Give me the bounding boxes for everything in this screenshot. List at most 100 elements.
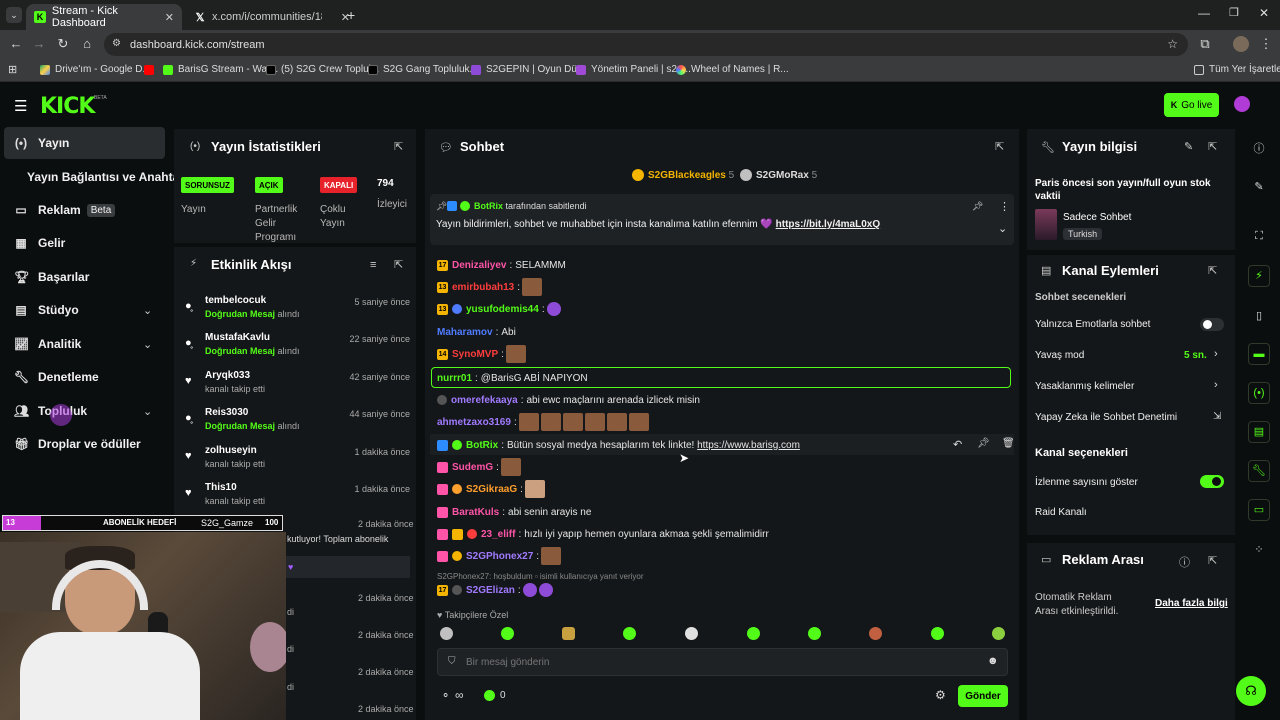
close-icon[interactable]: ✕ <box>165 11 174 24</box>
list-icon[interactable]: ▤ <box>1248 421 1270 443</box>
profile-avatar[interactable] <box>1233 36 1249 52</box>
pen-icon[interactable]: ✎ <box>1251 180 1267 193</box>
go-live-button[interactable]: K Go live <box>1164 93 1219 117</box>
chat-message[interactable]: BotRix: Bütün sosyal medya hesaplarım te… <box>437 436 800 454</box>
sidebar-item-denetleme[interactable]: 🔧︎ Denetleme <box>14 364 99 390</box>
chevron-down-icon[interactable]: ⌄ <box>143 405 152 418</box>
chat-input[interactable] <box>466 654 966 670</box>
banned-words-label[interactable]: Yasaklanmış kelimeler <box>1035 381 1134 392</box>
fullscreen-icon[interactable]: ⛶ <box>1251 230 1267 243</box>
chat-users-icon[interactable]: ⚬ <box>441 689 450 702</box>
close-window-icon[interactable]: ✕ <box>1259 6 1269 20</box>
apps-grid-icon[interactable]: ⊞ <box>8 63 17 76</box>
popout-icon[interactable]: ⇱ <box>394 258 403 271</box>
popout-icon[interactable]: ⇱ <box>1208 140 1217 153</box>
chevron-down-icon[interactable]: ⌄ <box>998 222 1007 235</box>
hamburger-menu-icon[interactable]: ☰ <box>14 97 27 115</box>
tab-search-icon[interactable]: ⌄ <box>6 7 22 23</box>
bookmark-item[interactable]: Yönetim Paneli | s2g... <box>576 64 691 75</box>
info-icon[interactable]: ⓘ <box>1251 140 1267 156</box>
forward-icon[interactable]: → <box>31 36 47 51</box>
filter-icon[interactable]: ≡ <box>370 259 376 271</box>
emote-icon[interactable] <box>440 627 453 640</box>
reply-icon[interactable]: ↶ <box>953 438 962 451</box>
home-icon[interactable]: ⌂ <box>79 36 95 51</box>
learn-more-link[interactable]: Daha fazla bilgi <box>1155 598 1228 609</box>
pin-message-icon[interactable]: 📌︎ <box>977 438 990 449</box>
emote-icon[interactable] <box>992 627 1005 640</box>
chat-icon[interactable]: ▬ <box>1248 343 1270 365</box>
bookmark-item[interactable]: S2GEPIN | Oyun Dü... <box>471 64 585 75</box>
emote-icon[interactable] <box>501 627 514 640</box>
new-tab-icon[interactable]: + <box>347 7 355 23</box>
emote-icon[interactable] <box>623 627 636 640</box>
emote-icon[interactable] <box>747 627 760 640</box>
wrench-icon[interactable]: 🔧︎ <box>1248 460 1270 482</box>
sidebar-item-yayin[interactable]: (•) Yayın <box>14 130 69 156</box>
sidebar-item-droplar[interactable]: 🎁︎ Droplar ve ödüller <box>14 431 141 457</box>
kick-logo[interactable]: KICK <box>40 94 95 119</box>
chat-input-box[interactable]: ⛉ ☻ <box>437 648 1008 676</box>
ad-icon[interactable]: ▭ <box>1248 499 1270 521</box>
emote-only-toggle[interactable] <box>1200 318 1224 331</box>
chevron-down-icon[interactable]: ⌄ <box>143 338 152 351</box>
chat-settings-icon[interactable]: ⚙ <box>935 688 946 702</box>
slow-mode-label[interactable]: Yavaş mod <box>1035 350 1084 361</box>
emote-icon[interactable] <box>808 627 821 640</box>
lightning-icon[interactable]: ⚡︎ <box>1248 265 1270 287</box>
page-icon[interactable]: ▯ <box>1251 309 1267 322</box>
tab-stream-dashboard[interactable]: K Stream - Kick Dashboard ✕ <box>26 4 182 30</box>
support-button-icon[interactable]: ☊ <box>1236 676 1266 706</box>
url-input[interactable]: ⚙ dashboard.kick.com/stream ☆ <box>104 33 1188 56</box>
menu-icon[interactable]: ⋮ <box>1258 36 1274 52</box>
emote-icon[interactable] <box>685 627 698 640</box>
tab-x-community[interactable]: 𝕏 x.com/i/communities/1835319 ✕ <box>186 4 358 30</box>
extensions-icon[interactable]: ⧉ <box>1197 36 1213 52</box>
sidebar-item-reklam[interactable]: ▭ Reklam Beta <box>14 197 116 223</box>
chevron-down-icon[interactable]: ⌄ <box>143 304 152 317</box>
send-button[interactable]: Gönder <box>958 685 1008 707</box>
top-supporter[interactable]: S2GMoRax 5 <box>740 169 817 181</box>
chevron-right-icon[interactable]: › <box>1214 348 1218 360</box>
more-icon[interactable]: ⋮ <box>999 200 1010 213</box>
popout-icon[interactable]: ⇱ <box>1208 554 1217 567</box>
external-link-icon[interactable]: ⇲ <box>1213 411 1221 422</box>
reload-icon[interactable]: ↻ <box>55 36 71 52</box>
back-icon[interactable]: ← <box>8 36 24 51</box>
site-info-icon[interactable]: ⚙ <box>112 38 121 49</box>
sidebar-item-stream-key[interactable]: Yayın Bağlantısı ve Anahtarı <box>27 164 187 190</box>
pinned-message[interactable]: 📌︎ BotRix tarafından sabitlendi Yayın bi… <box>430 194 1014 245</box>
all-bookmarks[interactable]: Tüm Yer İşaretleri <box>1194 64 1280 75</box>
popout-icon[interactable]: ⇱ <box>394 140 403 153</box>
bookmark-item[interactable]: Wheel of Names | R... <box>676 64 789 75</box>
show-viewers-toggle[interactable] <box>1200 475 1224 488</box>
sidebar-item-studyo[interactable]: ▤ Stüdyo <box>14 297 78 323</box>
delete-icon[interactable]: 🗑︎ <box>1002 438 1015 449</box>
restore-icon[interactable]: ❐ <box>1229 6 1239 19</box>
emote-icon[interactable] <box>562 627 575 640</box>
bookmark-item[interactable]: BarisG Stream - Wat... <box>144 64 278 75</box>
chevron-right-icon[interactable]: › <box>1214 379 1218 391</box>
bookmark-star-icon[interactable]: ☆ <box>1167 37 1178 51</box>
popout-icon[interactable]: ⇱ <box>1208 264 1217 277</box>
add-widget-icon[interactable]: ⁘ <box>1251 543 1267 556</box>
bookmark-item[interactable]: (5) S2G Crew Toplul... <box>266 64 379 75</box>
top-supporter[interactable]: S2GBlackeagles 5 <box>632 169 734 181</box>
sidebar-item-gelir[interactable]: ▦ Gelir <box>14 230 65 256</box>
sidebar-item-basarilar[interactable]: 🏆︎ Başarılar <box>14 264 89 290</box>
bookmark-item[interactable]: S2G Gang Topluluk... <box>368 64 478 75</box>
minimize-icon[interactable]: — <box>1198 6 1210 20</box>
unpin-icon[interactable]: 📌︎ <box>972 201 983 212</box>
popout-icon[interactable]: ⇱ <box>995 140 1004 153</box>
user-avatar[interactable] <box>1234 96 1250 112</box>
raid-channel-label[interactable]: Raid Kanalı <box>1035 507 1087 518</box>
edit-icon[interactable]: ✎ <box>1184 140 1193 153</box>
info-icon[interactable]: ⓘ <box>1179 554 1190 570</box>
emote-icon[interactable] <box>931 627 944 640</box>
bookmark-item[interactable]: Drive'ım - Google D... <box>40 64 151 75</box>
broadcast-icon[interactable]: (•) <box>1248 382 1270 404</box>
ai-moderation-label[interactable]: Yapay Zeka ile Sohbet Denetimi <box>1035 412 1177 423</box>
emote-icon[interactable] <box>869 627 882 640</box>
sidebar-item-analitik[interactable]: 📈︎ Analitik <box>14 331 81 357</box>
emoji-picker-icon[interactable]: ☻ <box>987 655 999 667</box>
